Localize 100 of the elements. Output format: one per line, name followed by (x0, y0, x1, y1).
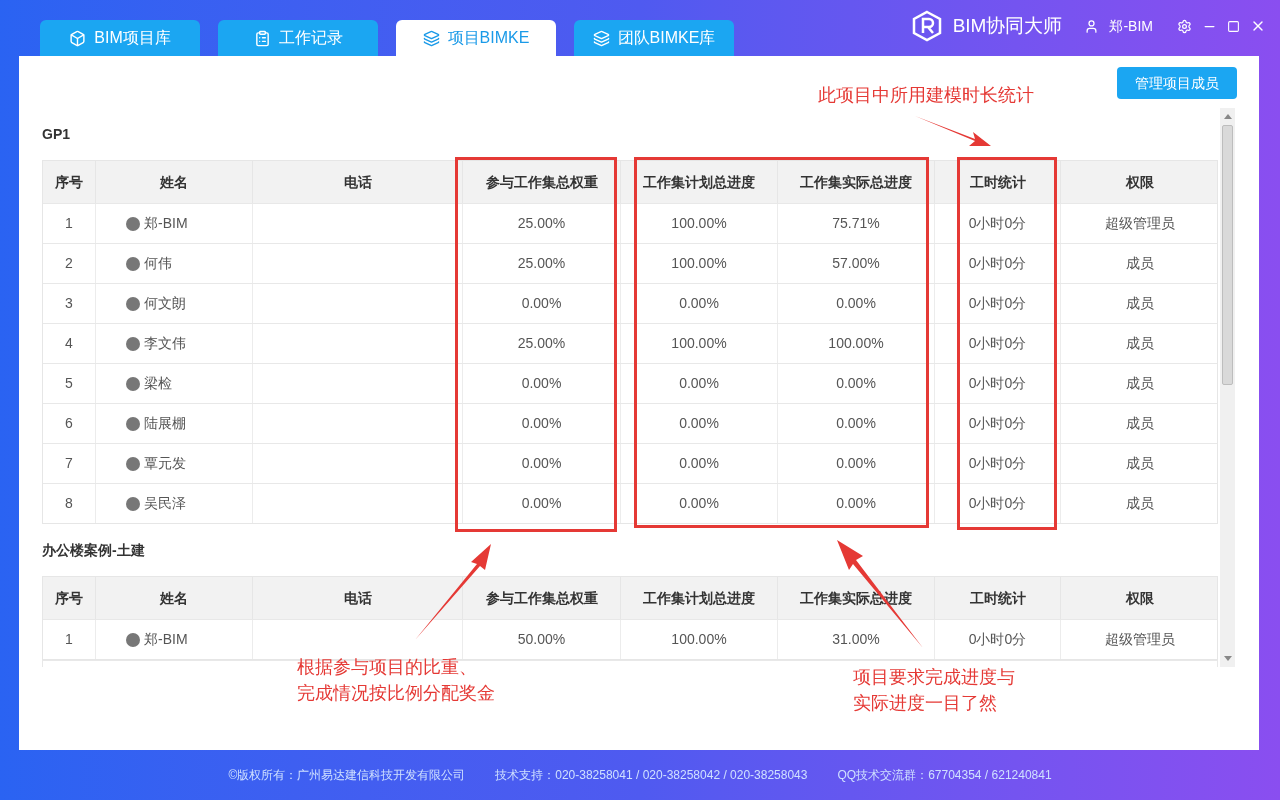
column-header: 参与工作集总权重 (463, 161, 621, 203)
table-cell-text: 2 (65, 254, 73, 273)
column-header: 工时统计 (935, 577, 1061, 619)
member-name: 陆展棚 (144, 414, 186, 433)
user-icon (1084, 18, 1100, 34)
table-cell-text: 31.00% (832, 630, 880, 649)
table-cell-text: 成员 (1126, 414, 1154, 433)
table-cell-text: 0小时0分 (968, 254, 1027, 273)
table-cell-text: 0小时0分 (968, 374, 1027, 393)
table-cell-text: 50.00% (517, 630, 566, 649)
table-cell-text: 0小时0分 (968, 630, 1027, 649)
settings-icon[interactable] (1177, 18, 1192, 34)
column-header: 姓名 (96, 161, 253, 203)
footer-text: QQ技术交流群：67704354 / 621240841 (837, 767, 1052, 784)
scroll-up-icon[interactable] (1223, 114, 1232, 119)
table-cell-text: 0小时0分 (968, 414, 1027, 433)
table-cell-text: 57.00% (832, 254, 880, 273)
table-cell-text: 0.00% (679, 374, 719, 393)
table-cell-text: 0.00% (679, 454, 719, 473)
table-cell-text: 0小时0分 (968, 294, 1027, 313)
table-cell-text: 0.00% (836, 374, 876, 393)
table-cell-text: 1 (65, 630, 73, 649)
table-cell-text: 25.00% (517, 214, 566, 233)
table-cell-text: 25.00% (517, 334, 566, 353)
column-header: 电话 (253, 161, 463, 203)
table-cell-text: 6 (65, 414, 73, 433)
cube-icon (69, 29, 87, 47)
column-header: 工作集计划总进度 (621, 577, 778, 619)
table-cell-text: 100.00% (828, 334, 884, 353)
column-header: 权限 (1125, 172, 1155, 192)
table-cell-text: 0小时0分 (968, 494, 1027, 513)
annotation-note: 实际进度一目了然 (853, 692, 998, 715)
table-cell-text: 0.00% (836, 494, 876, 513)
maximize-icon[interactable] (1227, 19, 1240, 33)
table-cell-text: 0.00% (521, 494, 562, 513)
annotation-note: 此项目中所用建模时长统计 (818, 84, 1034, 107)
logo-icon (910, 10, 943, 42)
table-cell-text: 超级管理员 (1105, 630, 1175, 649)
table-cell-text: 0.00% (679, 414, 719, 433)
table-cell-text: 0.00% (521, 454, 562, 473)
section-title: 办公楼案例-土建 (42, 540, 145, 560)
column-header: 姓名 (96, 577, 253, 619)
layers-icon (592, 29, 610, 47)
user-name: 郑-BIM (1109, 16, 1153, 36)
table-cell-text: 成员 (1126, 294, 1154, 313)
member-name: 李文伟 (144, 334, 186, 353)
tab[interactable]: BIM项目库 (40, 20, 200, 56)
table-cell-text: 3 (65, 294, 73, 313)
member-name: 郑-BIM (144, 630, 188, 649)
annotation-note: 项目要求完成进度与 (853, 666, 1015, 689)
table-cell-text: 0小时0分 (968, 214, 1027, 233)
table-cell-text: 25.00% (517, 254, 566, 273)
tab[interactable]: 工作记录 (218, 20, 378, 56)
annotation-note: 完成情况按比例分配奖金 (297, 682, 495, 705)
member-name: 梁检 (144, 374, 172, 393)
member-name: 郑-BIM (144, 214, 188, 233)
table-cell-text: 0.00% (679, 294, 719, 313)
footer-text: ©版权所有：广州易达建信科技开发有限公司 (228, 767, 466, 784)
table-cell-text: 成员 (1126, 454, 1154, 473)
member-name: 何伟 (144, 254, 172, 273)
table-cell-text: 0.00% (836, 294, 876, 313)
table-cell-text: 0.00% (836, 414, 876, 433)
table-cell-text: 7 (65, 454, 73, 473)
table-cell-text: 0.00% (521, 294, 562, 313)
column-header: 权限 (1125, 588, 1155, 608)
table-cell-text: 0.00% (679, 494, 719, 513)
scrollbar-thumb[interactable] (1222, 125, 1233, 385)
footer-text: 技术支持：020-38258041 / 020-38258042 / 020-38258043 (495, 767, 808, 784)
table-cell-text: 0小时0分 (968, 334, 1027, 353)
scroll-down-icon[interactable] (1223, 656, 1232, 661)
table-cell-text: 100.00% (671, 214, 727, 233)
tab[interactable]: 团队BIMKE库 (574, 20, 734, 56)
member-name: 何文朗 (144, 294, 186, 313)
table-cell-text: 成员 (1126, 374, 1154, 393)
column-header: 工作集计划总进度 (621, 161, 778, 203)
table-cell-text: 100.00% (671, 254, 727, 273)
section-title: GP1 (42, 124, 70, 144)
table-cell-text: 0.00% (521, 374, 562, 393)
table-cell-text: 8 (65, 494, 73, 513)
scrollbar[interactable] (1220, 108, 1235, 667)
tab[interactable]: 项目BIMKE (396, 20, 556, 56)
column-header: 序号 (43, 577, 96, 619)
clipboard-icon (253, 29, 271, 47)
table-cell-text: 75.71% (832, 214, 880, 233)
table-cell-text: 100.00% (671, 630, 727, 649)
table-cell-text: 5 (65, 374, 73, 393)
column-header: 序号 (43, 161, 96, 203)
table-cell-text: 成员 (1126, 254, 1154, 273)
table-cell-text: 超级管理员 (1105, 214, 1175, 233)
member-name: 吴民泽 (144, 494, 186, 513)
table-cell-text: 100.00% (671, 334, 727, 353)
table-cell-text: 0.00% (836, 454, 876, 473)
app-title: BIM协同大师 (952, 13, 1063, 38)
member-name: 覃元发 (144, 454, 186, 473)
manage-members-button[interactable]: 管理项目成员 (1117, 67, 1237, 99)
layers-icon (422, 29, 440, 47)
table-cell-text: 成员 (1126, 334, 1154, 353)
table-cell-text: 0.00% (521, 414, 562, 433)
annotation-note: 根据参与项目的比重、 (297, 656, 478, 679)
table-cell-text: 4 (65, 334, 73, 353)
